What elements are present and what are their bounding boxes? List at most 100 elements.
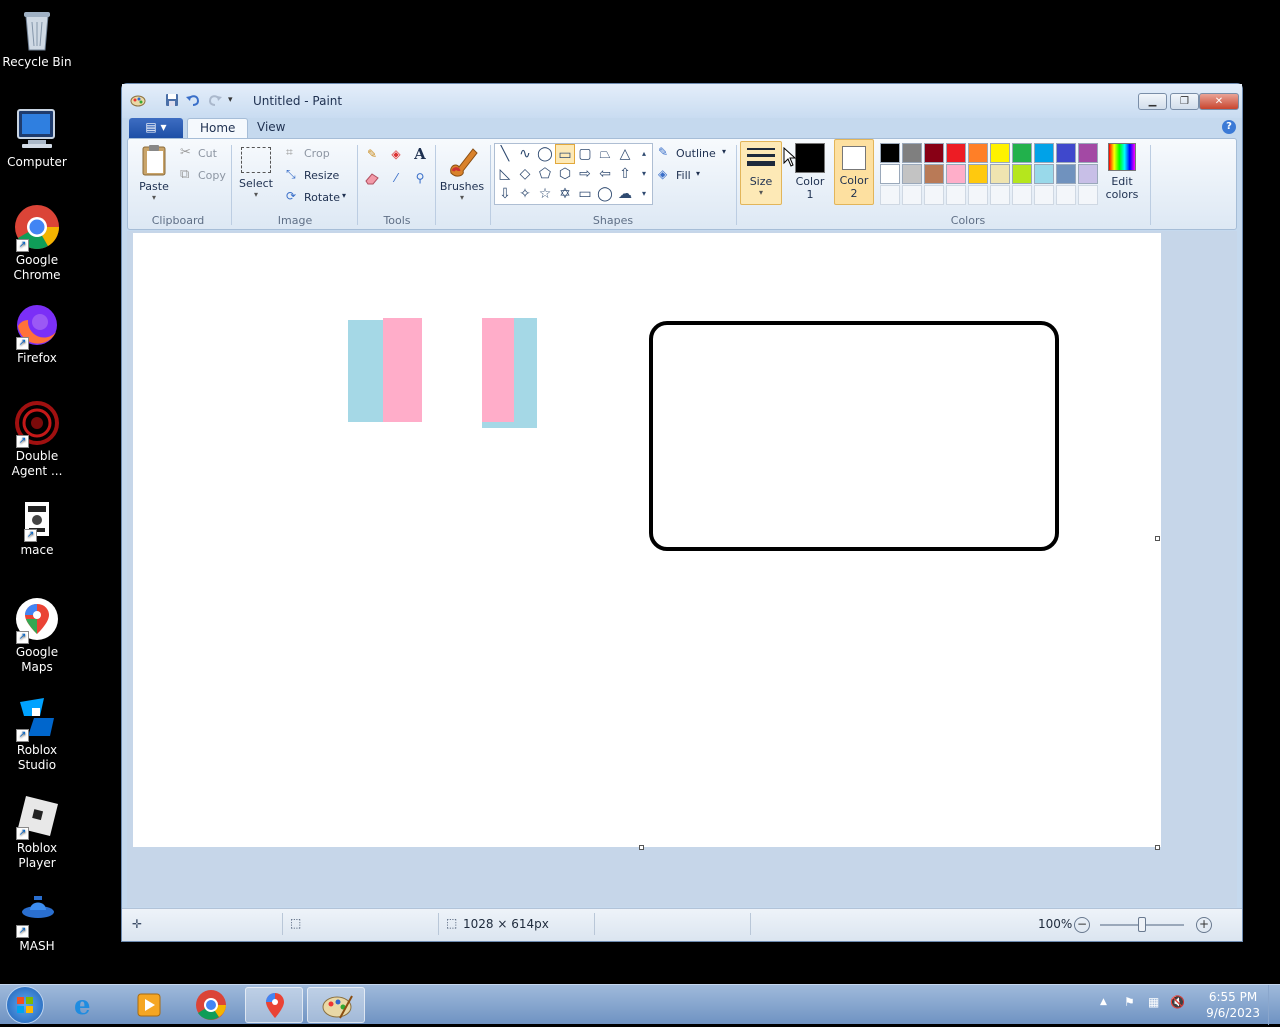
four-point-star-shape-icon[interactable]: ✧	[515, 184, 535, 204]
desktop-icon-google-maps[interactable]: ↗ Google Maps	[0, 596, 74, 675]
resize-handle-corner[interactable]	[1155, 845, 1160, 850]
palette-color-swatch[interactable]	[946, 164, 966, 184]
right-triangle-shape-icon[interactable]: ◺	[495, 164, 515, 184]
desktop-icon-google-chrome[interactable]: ↗ Google Chrome	[0, 204, 74, 283]
palette-color-swatch[interactable]	[902, 143, 922, 163]
palette-color-swatch[interactable]	[1056, 185, 1076, 205]
resize-handle-bottom[interactable]	[639, 845, 644, 850]
palette-color-swatch[interactable]	[902, 164, 922, 184]
palette-color-swatch[interactable]	[990, 143, 1010, 163]
select-button[interactable]: Select ▾	[236, 143, 276, 203]
gallery-expand-icon[interactable]: ▾	[637, 184, 651, 204]
zoom-in-button[interactable]: +	[1196, 917, 1212, 933]
network-icon[interactable]: ▦	[1148, 995, 1159, 1009]
right-arrow-shape-icon[interactable]: ⇨	[575, 164, 595, 184]
color-picker-tool[interactable]: ⁄	[386, 171, 406, 191]
palette-color-swatch[interactable]	[1056, 143, 1076, 163]
palette-color-swatch[interactable]	[968, 185, 988, 205]
eraser-tool[interactable]	[362, 171, 382, 191]
volume-muted-icon[interactable]: 🔇	[1170, 995, 1185, 1009]
palette-color-swatch[interactable]	[1034, 143, 1054, 163]
canvas-area[interactable]	[127, 231, 1237, 907]
palette-color-swatch[interactable]	[924, 185, 944, 205]
minimize-button[interactable]: ▁	[1138, 93, 1167, 110]
maximize-button[interactable]: ❐	[1170, 93, 1199, 110]
palette-color-swatch[interactable]	[1056, 164, 1076, 184]
six-point-star-shape-icon[interactable]: ✡	[555, 184, 575, 204]
up-arrow-shape-icon[interactable]: ⇧	[615, 164, 635, 184]
save-icon[interactable]	[164, 92, 180, 108]
palette-color-swatch[interactable]	[946, 143, 966, 163]
paste-button[interactable]: Paste ▾	[134, 143, 174, 203]
zoom-out-button[interactable]: −	[1074, 917, 1090, 933]
paint-app-icon[interactable]	[130, 92, 146, 108]
line-shape-icon[interactable]: ╲	[495, 144, 515, 164]
palette-color-swatch[interactable]	[1034, 185, 1054, 205]
drawing-canvas[interactable]	[133, 233, 1161, 847]
taskbar-chrome[interactable]	[182, 987, 240, 1023]
resize-handle-right[interactable]	[1155, 536, 1160, 541]
brushes-button[interactable]: Brushes ▾	[438, 143, 486, 205]
palette-color-swatch[interactable]	[990, 185, 1010, 205]
hexagon-shape-icon[interactable]: ⬡	[555, 164, 575, 184]
palette-color-swatch[interactable]	[968, 164, 988, 184]
color2-button[interactable]: Color 2	[834, 139, 874, 205]
taskbar-google-maps[interactable]	[245, 987, 303, 1023]
down-arrow-shape-icon[interactable]: ⇩	[495, 184, 515, 204]
pencil-tool[interactable]: ✎	[362, 147, 382, 167]
pentagon-shape-icon[interactable]: ⬠	[535, 164, 555, 184]
outline-dropdown[interactable]: ✎ Outline ▾	[658, 145, 730, 163]
palette-color-swatch[interactable]	[924, 164, 944, 184]
action-center-flag-icon[interactable]: ⚑	[1124, 995, 1135, 1009]
palette-color-swatch[interactable]	[1078, 164, 1098, 184]
cloud-callout-shape-icon[interactable]: ☁	[615, 184, 635, 204]
palette-color-swatch[interactable]	[902, 185, 922, 205]
copy-button[interactable]: ⧉ Copy	[180, 167, 230, 185]
rounded-rectangle-shape-icon[interactable]: ▢	[575, 144, 595, 164]
triangle-shape-icon[interactable]: △	[615, 144, 635, 164]
palette-color-swatch[interactable]	[968, 143, 988, 163]
curve-shape-icon[interactable]: ∿	[515, 144, 535, 164]
edit-colors-button[interactable]: Edit colors	[1100, 141, 1144, 205]
five-point-star-shape-icon[interactable]: ☆	[535, 184, 555, 204]
rectangle-shape-icon[interactable]: ▭	[555, 144, 575, 164]
close-button[interactable]: ✕	[1199, 93, 1239, 110]
cut-button[interactable]: ✂ Cut	[180, 145, 226, 163]
desktop-icon-mace[interactable]: ↗ mace	[0, 500, 74, 558]
palette-color-swatch[interactable]	[924, 143, 944, 163]
diamond-shape-icon[interactable]: ◇	[515, 164, 535, 184]
help-icon[interactable]: ?	[1222, 120, 1236, 134]
palette-color-swatch[interactable]	[1078, 143, 1098, 163]
zoom-slider-thumb[interactable]	[1138, 917, 1146, 932]
taskbar-paint[interactable]	[307, 987, 365, 1023]
tab-home[interactable]: Home	[187, 118, 249, 138]
desktop-icon-mash[interactable]: ↗ MASH	[0, 890, 74, 954]
resize-button[interactable]: ⤡ Resize	[286, 167, 342, 185]
left-arrow-shape-icon[interactable]: ⇦	[595, 164, 615, 184]
paint-menu-button[interactable]: ▤ ▾	[129, 118, 183, 138]
magnifier-tool[interactable]: ⚲	[410, 171, 430, 191]
palette-color-swatch[interactable]	[1078, 185, 1098, 205]
desktop-icon-computer[interactable]: Computer	[0, 106, 74, 170]
show-desktop-button[interactable]	[1268, 985, 1280, 1025]
palette-color-swatch[interactable]	[1012, 164, 1032, 184]
desktop-icon-roblox-player[interactable]: ↗ Roblox Player	[0, 792, 74, 871]
oval-callout-shape-icon[interactable]: ◯	[595, 184, 615, 204]
redo-icon[interactable]	[207, 92, 223, 108]
desktop-icon-double-agent[interactable]: ↗ Double Agent ...	[0, 400, 74, 479]
taskbar-internet-explorer[interactable]: e	[60, 987, 118, 1023]
fill-dropdown[interactable]: ◈ Fill ▾	[658, 167, 708, 185]
clock[interactable]: 6:55 PM 9/6/2023	[1206, 989, 1260, 1021]
show-hidden-icons-icon[interactable]: ▲	[1100, 997, 1107, 1007]
polygon-shape-icon[interactable]: ⏢	[595, 144, 615, 164]
palette-color-swatch[interactable]	[880, 143, 900, 163]
palette-color-swatch[interactable]	[1034, 164, 1054, 184]
palette-color-swatch[interactable]	[1012, 185, 1032, 205]
color1-button[interactable]: Color 1	[792, 141, 828, 205]
gallery-scroll-up-icon[interactable]: ▴	[637, 144, 651, 164]
undo-icon[interactable]	[185, 92, 201, 108]
rotate-button[interactable]: ⟳ Rotate ▾	[286, 189, 352, 207]
gallery-scroll-down-icon[interactable]: ▾	[637, 164, 651, 184]
rounded-callout-shape-icon[interactable]: ▭	[575, 184, 595, 204]
palette-color-swatch[interactable]	[946, 185, 966, 205]
